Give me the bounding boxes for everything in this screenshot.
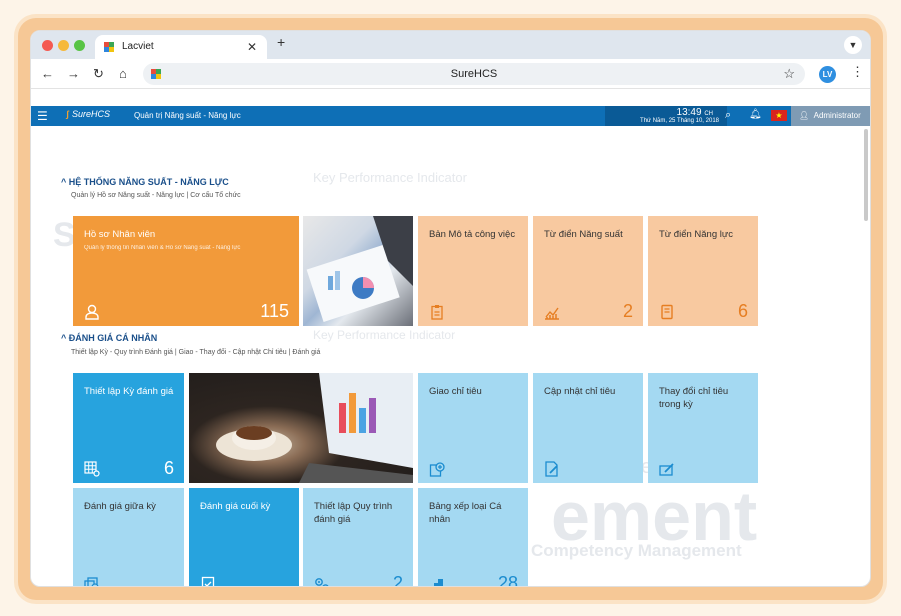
tile-title: Thiết lập Quy trình đánh giá: [314, 501, 393, 525]
tile-count: 28: [497, 573, 518, 587]
background-ement-text: ement: [551, 477, 758, 555]
tile-title: Từ điển Năng suất: [544, 229, 623, 240]
tile-title: Cập nhật chỉ tiêu: [544, 386, 616, 397]
photo-coffee-laptop: [189, 373, 413, 483]
tile-productivity-dictionary[interactable]: Từ điển Năng suất 2: [533, 216, 643, 326]
reload-icon[interactable]: ↻: [93, 66, 104, 82]
tile-title: Từ điển Năng lực: [659, 229, 733, 240]
user-menu[interactable]: 👤︎ Administrator: [791, 106, 870, 126]
tab-bar: Lacviet ✕ + ▼: [31, 31, 870, 59]
tile-personal-ranking[interactable]: Bảng xếp loại Cá nhân 28: [418, 488, 528, 587]
address-bar-row: ← → ↻ ⌂ SureHCS ☆ LV ⋮: [31, 59, 870, 89]
background-kpi-text: Key Performance Indicator: [313, 170, 467, 185]
app-header: ☰ ʃ SureHCS Quản trị Năng suất - Năng lực…: [31, 106, 870, 126]
steps-icon: [434, 579, 443, 586]
section-subtitle-system: Quản lý Hồ sơ Năng suất - Năng lực | Cơ …: [71, 192, 241, 199]
user-icon: 👤︎: [799, 111, 810, 120]
tile-title: Hồ sơ Nhân viên: [84, 229, 156, 240]
back-arrow-icon[interactable]: ←: [41, 66, 54, 81]
tile-final-review[interactable]: Đánh giá cuối kỳ: [189, 488, 299, 586]
tile-title: Thiết lập Kỳ đánh giá: [84, 386, 174, 397]
user-name: Administrator: [813, 111, 861, 120]
tile-title: Bảng xếp loại Cá nhân: [429, 501, 502, 525]
photo-analytics-report: [303, 216, 413, 326]
search-icon[interactable]: ⌕: [725, 109, 731, 122]
clock-time: 13:49 CH: [677, 107, 713, 118]
tile-count: 2: [392, 573, 403, 587]
tab-list-chevron-icon[interactable]: ▼: [844, 36, 862, 54]
browser-window: Lacviet ✕ + ▼ ← → ↻ ⌂ SureHCS ☆ LV ⋮ ☰ ʃ…: [30, 30, 871, 587]
section-title-personal[interactable]: ^ ĐÁNH GIÁ CÁ NHÂN: [61, 333, 157, 343]
tile-competency-dictionary[interactable]: Từ điển Năng lực 6: [648, 216, 758, 326]
tab-close-icon[interactable]: ✕: [247, 35, 257, 59]
profile-avatar[interactable]: LV: [819, 66, 836, 83]
forward-arrow-icon[interactable]: →: [67, 66, 80, 81]
tile-title: Đánh giá giữa kỳ: [84, 501, 156, 512]
brand-name: SureHCS: [72, 109, 111, 119]
grid-gear-icon: [84, 461, 100, 477]
tile-count: 6: [163, 458, 174, 478]
app-title: Quản trị Năng suất - Năng lực: [134, 111, 241, 120]
edit-doc-icon: [545, 461, 558, 477]
maximize-window-button[interactable]: [74, 40, 85, 51]
tile-midterm-review[interactable]: Đánh giá giữa kỳ: [73, 488, 184, 586]
report-illustration: [306, 216, 413, 322]
main-content: Key Performance Indicator Key Performanc…: [31, 126, 866, 587]
chart-icon: [545, 307, 559, 320]
site-logo-icon: [104, 42, 114, 52]
section-subtitle-personal: Thiết lập Kỳ - Quy trình Đánh giá | Giao…: [71, 349, 321, 356]
browser-menu-icon[interactable]: ⋮: [851, 64, 864, 80]
time-suffix: CH: [704, 111, 713, 117]
section-title-personal-text: ĐÁNH GIÁ CÁ NHÂN: [68, 333, 158, 343]
tile-title: Thay đổi chỉ tiêu trong kỳ: [659, 386, 729, 410]
clock-date: Thứ Năm, 25 Tháng 10, 2018: [640, 118, 719, 124]
vietnam-flag-icon[interactable]: ★: [771, 110, 787, 121]
clipboard-icon: [431, 305, 443, 320]
minimize-window-button[interactable]: [58, 40, 69, 51]
book-icon: [661, 304, 673, 320]
tile-change-target[interactable]: Thay đổi chỉ tiêu trong kỳ: [648, 373, 758, 483]
url-box[interactable]: SureHCS ☆: [143, 63, 805, 85]
target-icon: [429, 462, 445, 477]
tile-count: 6: [737, 301, 748, 321]
tile-title: Bản Mô tả công việc: [429, 229, 516, 240]
layers-icon: [84, 577, 99, 586]
coffee-laptop-illustration: [216, 373, 413, 483]
tile-update-target[interactable]: Cập nhật chỉ tiêu: [533, 373, 643, 483]
section-title-system[interactable]: ^ HỆ THỐNG NĂNG SUẤT - NĂNG LỰC: [61, 177, 229, 187]
pencil-card-icon: [659, 463, 674, 476]
bookmark-star-icon[interactable]: ☆: [783, 66, 795, 82]
tile-job-description[interactable]: Bản Mô tả công việc: [418, 216, 528, 326]
background-competency-text: Competency Management: [531, 541, 742, 560]
brand-mark-icon: ʃ: [66, 109, 69, 119]
url-text: SureHCS: [450, 68, 498, 80]
checklist-icon: [201, 576, 215, 586]
app-logo[interactable]: ʃ SureHCS: [66, 109, 110, 119]
hamburger-menu-icon[interactable]: ☰: [37, 109, 48, 123]
tile-title: Đánh giá cuối kỳ: [200, 501, 271, 512]
clock-block: 13:49 CH Thứ Năm, 25 Tháng 10, 2018: [605, 106, 727, 126]
new-tab-icon[interactable]: +: [277, 34, 285, 50]
tile-setup-period[interactable]: Thiết lập Kỳ đánh giá 6: [73, 373, 184, 483]
notification-bell-icon[interactable]: 🔔︎: [749, 109, 762, 120]
tile-assign-target[interactable]: Giao chỉ tiêu: [418, 373, 528, 483]
close-window-button[interactable]: [42, 40, 53, 51]
section-title-system-text: HỆ THỐNG NĂNG SUẤT - NĂNG LỰC: [68, 177, 229, 187]
person-icon: [85, 304, 99, 320]
background-kpi-text-2: Key Performance Indicator: [313, 328, 456, 342]
time-value: 13:49: [676, 107, 702, 118]
tile-setup-process[interactable]: Thiết lập Quy trình đánh giá 2: [303, 488, 413, 587]
browser-tab[interactable]: Lacviet ✕: [95, 35, 267, 59]
tile-title: Giao chỉ tiêu: [429, 386, 482, 397]
tile-employee-profile[interactable]: Hồ sơ Nhân viên Quản lý thông tin Nhân v…: [73, 216, 299, 326]
gears-icon: [315, 578, 329, 586]
home-icon[interactable]: ⌂: [119, 66, 127, 81]
tile-count: 2: [622, 301, 633, 321]
tile-description: Quản lý thông tin Nhân viên & Hồ sơ Năng…: [84, 245, 241, 251]
tab-title: Lacviet: [122, 41, 154, 52]
tile-count: 115: [260, 301, 289, 321]
